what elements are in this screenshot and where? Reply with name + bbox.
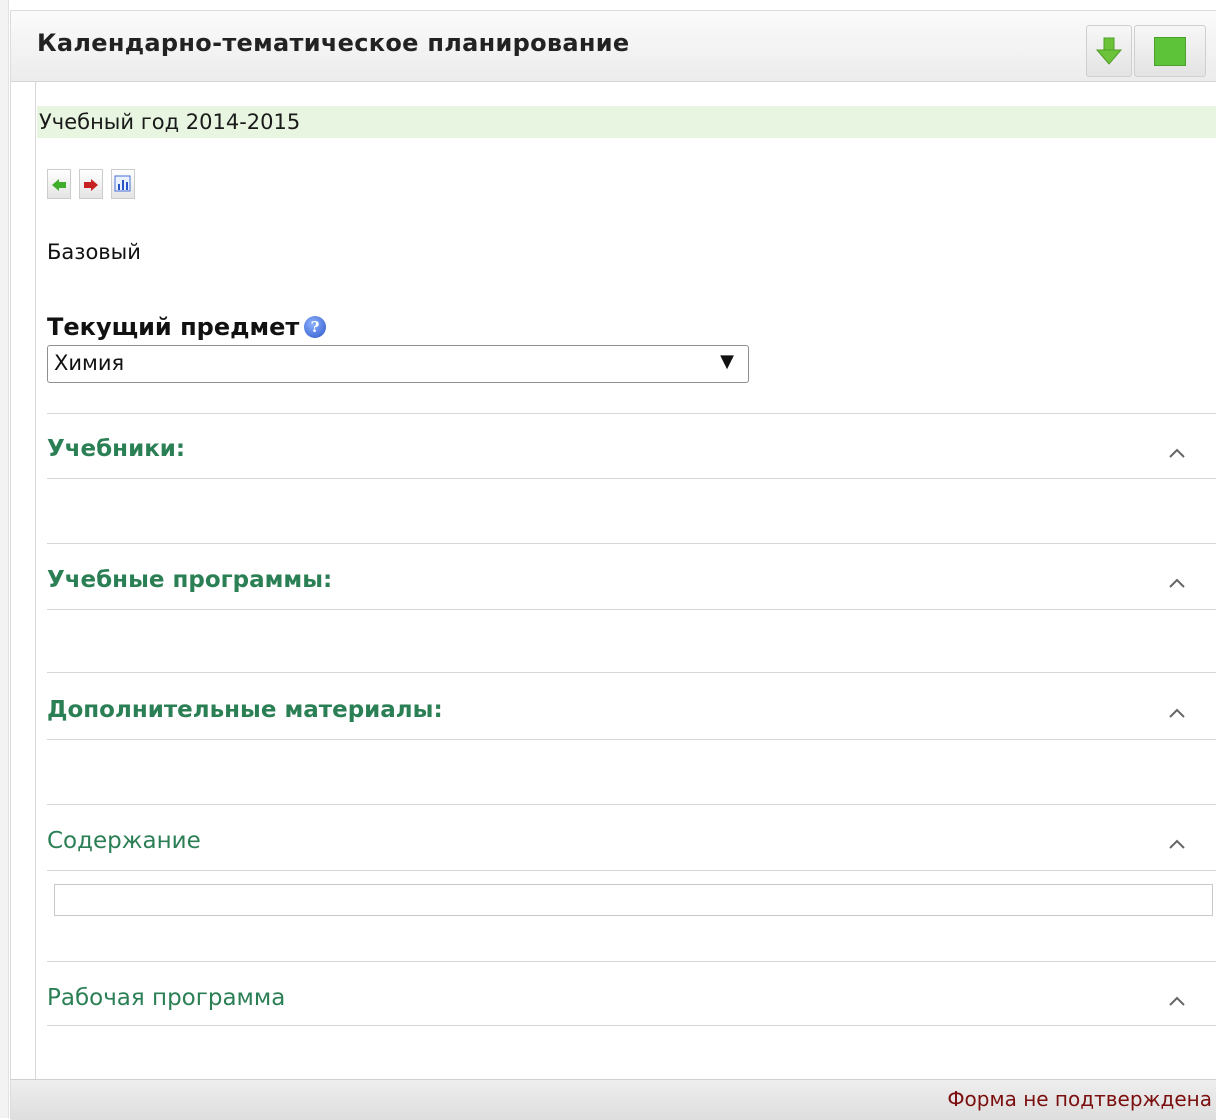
content-field[interactable] — [54, 884, 1213, 916]
divider — [47, 413, 1216, 414]
subject-select[interactable]: Химия ▼ — [47, 345, 749, 383]
download-button[interactable] — [1086, 25, 1132, 77]
ktp-panel: Календарно-тематическое планирование Уче… — [10, 10, 1216, 1120]
divider — [47, 543, 1216, 544]
green-down-arrow-icon — [1096, 37, 1122, 65]
green-square-icon — [1154, 36, 1186, 66]
chevron-down-icon: ▼ — [720, 351, 734, 372]
divider — [47, 478, 1216, 479]
divider — [47, 870, 1216, 871]
import-icon[interactable] — [47, 169, 71, 199]
section-extra-materials-title[interactable]: Дополнительные материалы: — [47, 697, 443, 723]
divider — [47, 739, 1216, 740]
help-icon[interactable]: ? — [304, 316, 326, 338]
form-status-text: Форма не подтверждена — [947, 1087, 1212, 1111]
section-programs-title[interactable]: Учебные программы: — [47, 567, 332, 593]
divider — [47, 961, 1216, 962]
chevron-up-icon[interactable] — [1167, 837, 1187, 851]
section-work-program-title[interactable]: Рабочая программа — [47, 985, 285, 1011]
divider — [47, 804, 1216, 805]
level-text: Базовый — [47, 240, 141, 264]
page-left-strip — [0, 0, 9, 1118]
chevron-up-icon[interactable] — [1167, 576, 1187, 590]
subject-select-value: Химия — [54, 351, 125, 375]
divider — [47, 1025, 1216, 1026]
toolbar-icons — [47, 169, 135, 201]
panel-header: Календарно-тематическое планирование — [11, 11, 1216, 82]
export-icon[interactable] — [79, 169, 103, 199]
school-year-bar: Учебный год 2014-2015 — [37, 106, 1216, 138]
chevron-up-icon[interactable] — [1167, 706, 1187, 720]
section-textbooks-title[interactable]: Учебники: — [47, 436, 185, 462]
report-chart-icon[interactable] — [111, 169, 135, 199]
section-content-title[interactable]: Содержание — [47, 828, 201, 854]
chevron-up-icon[interactable] — [1167, 446, 1187, 460]
divider — [47, 672, 1216, 673]
chevron-up-icon[interactable] — [1167, 994, 1187, 1008]
divider — [47, 609, 1216, 610]
content-left-rule — [35, 81, 36, 1091]
panel-title: Календарно-тематическое планирование — [37, 29, 630, 57]
confirm-button[interactable] — [1134, 25, 1206, 77]
school-year-text: Учебный год 2014-2015 — [39, 110, 301, 134]
current-subject-label: Текущий предмет — [47, 313, 300, 341]
status-bar: Форма не подтверждена — [11, 1079, 1216, 1120]
